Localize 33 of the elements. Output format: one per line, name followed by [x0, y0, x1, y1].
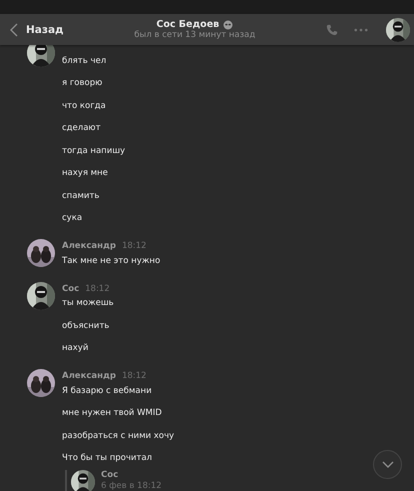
- back-icon: [10, 22, 18, 36]
- author-name[interactable]: Александр: [62, 241, 116, 251]
- last-seen-status: был в сети 13 минут назад: [134, 30, 256, 40]
- author-name[interactable]: Александр: [62, 371, 116, 381]
- message-text: Что бы ты прочитал: [62, 452, 153, 465]
- message-text: что когда: [62, 100, 107, 112]
- message-text: Так мне не это нужно: [62, 254, 160, 268]
- message-text: тогда напишу: [62, 144, 126, 158]
- message-text: спамить: [62, 190, 100, 202]
- message-text: сделают: [62, 122, 102, 135]
- message-text: я говорю: [62, 77, 104, 90]
- chevron-down-icon: [382, 461, 394, 468]
- message-text: сука: [62, 212, 84, 225]
- author-name[interactable]: Сос: [62, 284, 80, 294]
- alien-icon: [223, 20, 234, 30]
- more-icon[interactable]: [354, 28, 368, 32]
- message-text: нахуя мне: [62, 167, 109, 180]
- back-button[interactable]: Назад: [10, 22, 64, 36]
- message-text: объяснить: [62, 320, 110, 332]
- author-name[interactable]: Сос: [101, 470, 162, 480]
- message-date: 6 фев в 18:12: [101, 480, 162, 490]
- message-text: нахуй: [62, 342, 90, 355]
- message-text: Я базарю с вебмани: [62, 384, 153, 398]
- scroll-down-button[interactable]: [373, 450, 402, 479]
- phone-icon[interactable]: [326, 24, 338, 36]
- message-time: 18:12: [122, 371, 146, 381]
- message-text: мне нужен твой WMID: [62, 407, 163, 420]
- message-text: блять чел: [62, 54, 108, 68]
- chat-title: Сос Бедоев: [156, 19, 220, 30]
- message-time: 18:12: [122, 241, 146, 251]
- message-text: ты можешь: [62, 297, 114, 310]
- message-text: разобраться с ними хочу: [62, 430, 174, 442]
- message-time: 18:12: [85, 284, 110, 294]
